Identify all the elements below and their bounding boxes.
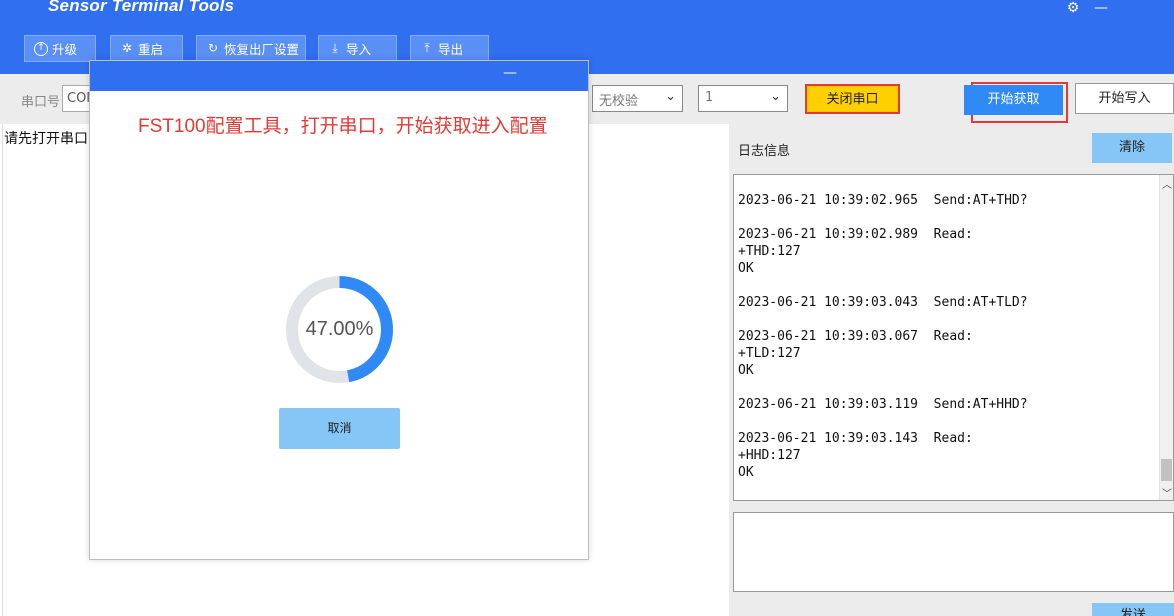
start-write-button[interactable]: 开始写入 <box>1075 83 1174 114</box>
scroll-up-icon[interactable]: ︿ <box>1160 176 1173 191</box>
parity-select[interactable]: 无校验 ⌄ <box>592 85 683 112</box>
send-button[interactable]: 发送 <box>1092 603 1174 616</box>
restart-label: 重启 <box>138 42 164 57</box>
left-panel-edge <box>0 124 3 616</box>
upgrade-label: 升级 <box>52 42 78 57</box>
export-label: 导出 <box>438 42 464 57</box>
connection-status-text: 请先打开串口 <box>4 131 88 147</box>
dialog-heading: FST100配置工具，打开串口，开始获取进入配置 <box>138 116 548 137</box>
minimize-button[interactable]: — <box>1090 0 1112 16</box>
progress-dialog: — FST100配置工具，打开串口，开始获取进入配置 47.00% 取消 <box>89 60 589 560</box>
parity-value: 无校验 <box>599 94 639 109</box>
spinner-icon: ✲ <box>121 40 133 55</box>
factory-reset-label: 恢复出厂设置 <box>224 42 300 57</box>
title-bar: Sensor Terminal Tools ⚙ — <box>0 0 1174 22</box>
scroll-thumb[interactable] <box>1161 459 1172 481</box>
close-port-button[interactable]: 关闭串口 <box>807 86 898 112</box>
factory-reset-button[interactable]: ↻ 恢复出厂设置 <box>196 35 306 62</box>
import-label: 导入 <box>346 42 372 57</box>
export-icon: ⤒ <box>424 40 430 55</box>
log-title: 日志信息 <box>738 144 791 159</box>
port-label: 串口号 <box>21 95 61 110</box>
start-read-button[interactable]: 开始获取 <box>964 85 1063 115</box>
clear-log-button[interactable]: 清除 <box>1092 133 1172 163</box>
restart-button[interactable]: ✲ 重启 <box>110 35 183 62</box>
import-icon: ⤓ <box>332 40 338 55</box>
stopbits-select[interactable]: 1 ⌄ <box>698 85 788 112</box>
refresh-icon: ↻ <box>207 40 219 55</box>
import-button[interactable]: ⤓ 导入 <box>318 35 397 62</box>
log-lines: 2023-06-21 10:39:02.965 Send:AT+THD? 202… <box>738 193 1028 480</box>
export-button[interactable]: ⤒ 导出 <box>410 35 489 62</box>
dialog-minimize-button[interactable]: — <box>500 65 520 81</box>
close-port-highlight: 关闭串口 <box>805 84 900 114</box>
log-scrollbar[interactable]: ︿ ﹀ <box>1159 175 1173 500</box>
log-output[interactable]: 2023-06-21 10:39:02.965 Send:AT+THD? 202… <box>733 174 1174 501</box>
dialog-title-bar: — <box>90 61 588 91</box>
chevron-down-icon: ⌄ <box>665 89 676 104</box>
chevron-down-icon: ⌄ <box>770 89 781 104</box>
upload-circle-icon: ↑ <box>34 41 48 56</box>
stopbits-value: 1 <box>705 90 714 105</box>
cancel-button[interactable]: 取消 <box>279 408 400 449</box>
start-read-highlight: 开始获取 <box>964 82 1068 123</box>
scroll-down-icon[interactable]: ﹀ <box>1160 485 1173 500</box>
upgrade-button[interactable]: ↑ 升级 <box>24 35 96 62</box>
app-window: Sensor Terminal Tools ⚙ — ↑ 升级 ✲ 重启 ↻ 恢复… <box>0 0 1174 616</box>
app-title: Sensor Terminal Tools <box>48 0 235 15</box>
gear-icon[interactable]: ⚙ <box>1062 0 1084 16</box>
send-input[interactable] <box>733 512 1174 592</box>
progress-percentage: 47.00% <box>305 318 374 340</box>
